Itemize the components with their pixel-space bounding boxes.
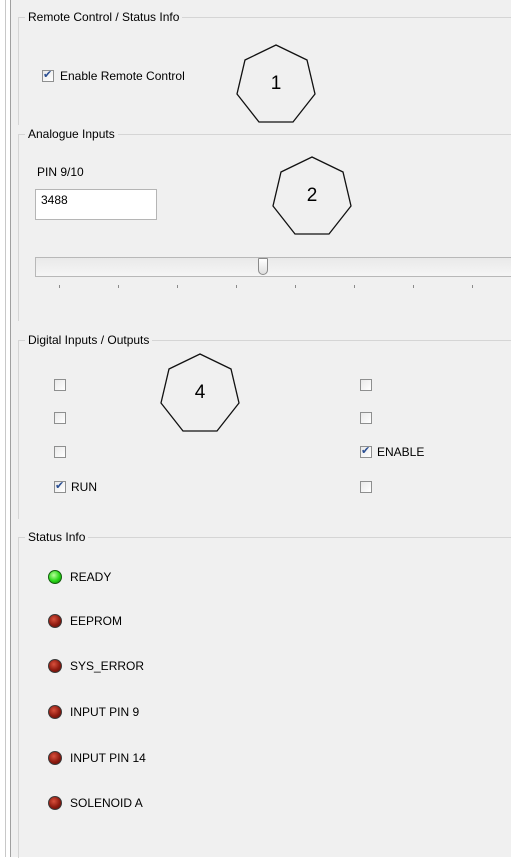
digital-left-checkbox-4[interactable]	[54, 479, 66, 493]
status-item-label: EEPROM	[70, 614, 123, 628]
status-led-icon	[48, 705, 62, 719]
callout-1-label: 1	[270, 73, 282, 94]
slider-tick	[295, 285, 296, 288]
status-led-icon	[48, 796, 62, 810]
callout-2-label: 2	[306, 185, 318, 206]
analogue-inputs-group: Analogue Inputs	[18, 126, 511, 321]
digital-right-checkbox-4[interactable]	[360, 481, 372, 493]
digital-right-label-3: ENABLE	[377, 445, 425, 459]
status-item-label: READY	[70, 570, 112, 584]
status-led-icon	[48, 570, 62, 584]
enable-remote-control-label[interactable]: Enable Remote Control	[60, 69, 185, 83]
digital-left-checkbox-1[interactable]	[54, 379, 66, 391]
slider-tick	[413, 285, 414, 288]
status-led-icon	[48, 614, 62, 628]
status-item-label: SYS_ERROR	[70, 659, 145, 673]
callout-2: 2	[272, 156, 352, 236]
digital-io-title: Digital Inputs / Outputs	[25, 332, 153, 348]
digital-right-checkbox-1[interactable]	[360, 379, 372, 391]
slider-tick	[472, 285, 473, 288]
callout-4-label: 4	[194, 382, 206, 403]
slider-tick	[118, 285, 119, 288]
status-item-label: SOLENOID A	[70, 796, 143, 810]
digital-left-checkbox-2[interactable]	[54, 412, 66, 424]
digital-left-label-4: RUN	[71, 480, 97, 494]
analogue-slider-track[interactable]	[35, 257, 511, 277]
slider-tick	[354, 285, 355, 288]
pin-9-10-value: 3488	[41, 193, 68, 207]
status-item-label: INPUT PIN 9	[70, 705, 140, 719]
status-led-icon	[48, 659, 62, 673]
analogue-slider-thumb[interactable]	[258, 258, 268, 275]
pin-9-10-input[interactable]: 3488	[35, 189, 157, 220]
status-info-title: Status Info	[25, 529, 89, 545]
callout-1: 1	[236, 44, 316, 124]
enable-remote-control-checkbox[interactable]	[42, 68, 54, 82]
analogue-inputs-title: Analogue Inputs	[25, 126, 118, 142]
remote-control-title: Remote Control / Status Info	[25, 9, 183, 25]
slider-tick	[236, 285, 237, 288]
digital-left-checkbox-3[interactable]	[54, 446, 66, 458]
status-led-icon	[48, 751, 62, 765]
slider-tick	[59, 285, 60, 288]
digital-right-checkbox-2[interactable]	[360, 412, 372, 424]
callout-4: 4	[160, 353, 240, 433]
status-item-label: INPUT PIN 14	[70, 751, 146, 765]
digital-right-checkbox-3[interactable]	[360, 444, 372, 458]
pin-9-10-label: PIN 9/10	[37, 165, 84, 179]
slider-tick	[177, 285, 178, 288]
